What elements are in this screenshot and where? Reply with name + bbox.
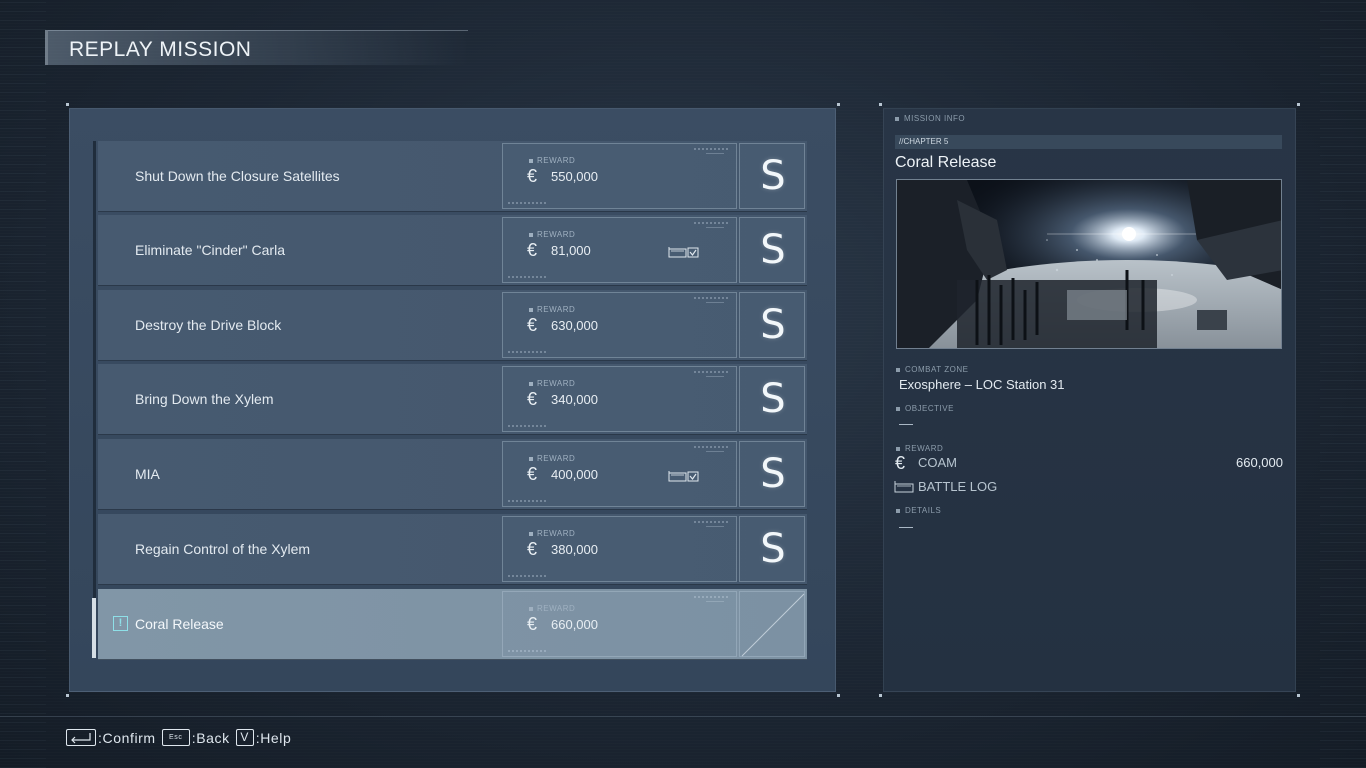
reward-section-label: REWARD [896,444,943,453]
rank-box: S [739,366,805,432]
help-hint[interactable]: :Help [256,730,292,746]
rank-box: S [739,143,805,209]
rank-letter: S [760,451,786,497]
mission-row-coral-release[interactable]: ! Coral Release REWARD € 660,000 [98,589,807,660]
reward-value: 660,000 [551,617,598,632]
corner-dot [879,103,882,106]
rank-box: S [739,516,805,582]
reward-value: 630,000 [551,318,598,333]
mission-name: Eliminate "Cinder" Carla [135,242,285,258]
euro-sign-icon: € [527,464,538,484]
footer-divider [0,716,1366,717]
euro-sign-icon: € [527,389,538,409]
battle-log-label: BATTLE LOG [918,479,998,494]
page-title: REPLAY MISSION [69,38,252,61]
confirm-hint[interactable]: :Confirm [98,730,156,746]
reward-value: 380,000 [551,542,598,557]
combat-zone-value: Exosphere – LOC Station 31 [899,377,1065,392]
reward-value: 400,000 [551,467,598,482]
reward-box: REWARD € 630,000 [502,292,737,358]
euro-sign-icon: € [527,315,538,335]
reward-total: 660,000 [1236,455,1283,470]
corner-dot [66,694,69,697]
rank-letter: S [760,153,786,199]
reward-value: 81,000 [551,243,591,258]
reward-box: REWARD € 400,000 [502,441,737,507]
mission-name: Regain Control of the Xylem [135,541,311,557]
mission-name: MIA [135,466,160,482]
mission-info-label: MISSION INFO [895,114,965,123]
battle-log-icon [668,471,699,482]
reward-box: REWARD € 340,000 [502,366,737,432]
corner-dot [837,694,840,697]
mission-name: Destroy the Drive Block [135,317,282,333]
reward-label: REWARD [529,529,575,538]
details-label: DETAILS [896,506,941,515]
key-hints: :Confirm Esc :Back V :Help [66,729,297,746]
list-rail [93,141,96,657]
reward-box: REWARD € 380,000 [502,516,737,582]
mission-name: Bring Down the Xylem [135,391,274,407]
right-edge-decoration [1320,0,1366,768]
rank-letter: S [760,227,786,273]
info-mission-title: Coral Release [895,154,997,171]
corner-dot [837,103,840,106]
reward-label: REWARD [529,604,575,613]
mission-row-destroy-drive-block[interactable]: Destroy the Drive Block REWARD € 630,000… [98,290,807,361]
rank-box-empty [739,591,805,657]
mission-row-bring-down-xylem[interactable]: Bring Down the Xylem REWARD € 340,000 S [98,364,807,435]
currency-name: COAM [918,455,957,470]
no-rank-slash-icon [741,593,805,657]
objective-label: OBJECTIVE [896,404,954,413]
mission-name: Coral Release [135,616,224,632]
combat-zone-label: COMBAT ZONE [896,365,968,374]
reward-box: REWARD € 550,000 [502,143,737,209]
corner-dot [66,103,69,106]
details-empty-dash [899,527,913,528]
rank-box: S [739,292,805,358]
rank-letter: S [760,376,786,422]
corner-dot [1297,694,1300,697]
rank-letter: S [760,302,786,348]
corner-dot [1297,103,1300,106]
euro-sign-icon: € [527,614,538,634]
reward-box: REWARD € 660,000 [502,591,737,657]
reward-value: 550,000 [551,169,598,184]
mission-row-shut-down-closure-satellites[interactable]: Shut Down the Closure Satellites REWARD … [98,141,807,212]
reward-value: 340,000 [551,392,598,407]
back-hint[interactable]: :Back [192,730,230,746]
reward-label: REWARD [529,156,575,165]
coam-currency-icon: € [895,453,906,473]
title-bar: REPLAY MISSION [48,30,468,65]
reward-box: REWARD € 81,000 [502,217,737,283]
mission-preview-image [896,179,1282,349]
euro-sign-icon: € [527,539,538,559]
euro-sign-icon: € [527,166,538,186]
reward-label: REWARD [529,454,575,463]
v-key-icon: V [235,729,254,746]
selection-indicator [92,598,96,658]
mission-row-eliminate-cinder-carla[interactable]: Eliminate "Cinder" Carla REWARD € 81,000… [98,215,807,286]
esc-key-icon: Esc [161,729,190,746]
reward-label: REWARD [529,230,575,239]
new-mission-alert-icon: ! [113,616,128,631]
mission-row-regain-control-xylem[interactable]: Regain Control of the Xylem REWARD € 380… [98,514,807,585]
mission-row-mia[interactable]: MIA REWARD € 400,000 S [98,439,807,510]
rank-letter: S [760,526,786,572]
reward-label: REWARD [529,305,575,314]
rank-box: S [739,441,805,507]
battle-log-icon [668,247,699,258]
rank-box: S [739,217,805,283]
enter-key-icon [66,729,96,746]
mission-name: Shut Down the Closure Satellites [135,168,340,184]
chapter-bar: //CHAPTER 5 [895,135,1282,149]
reward-label: REWARD [529,379,575,388]
euro-sign-icon: € [527,240,538,260]
corner-dot [879,694,882,697]
battle-log-icon [894,481,914,493]
objective-empty-dash [899,424,913,425]
chapter-label: //CHAPTER 5 [899,137,949,146]
left-edge-decoration [0,0,46,768]
